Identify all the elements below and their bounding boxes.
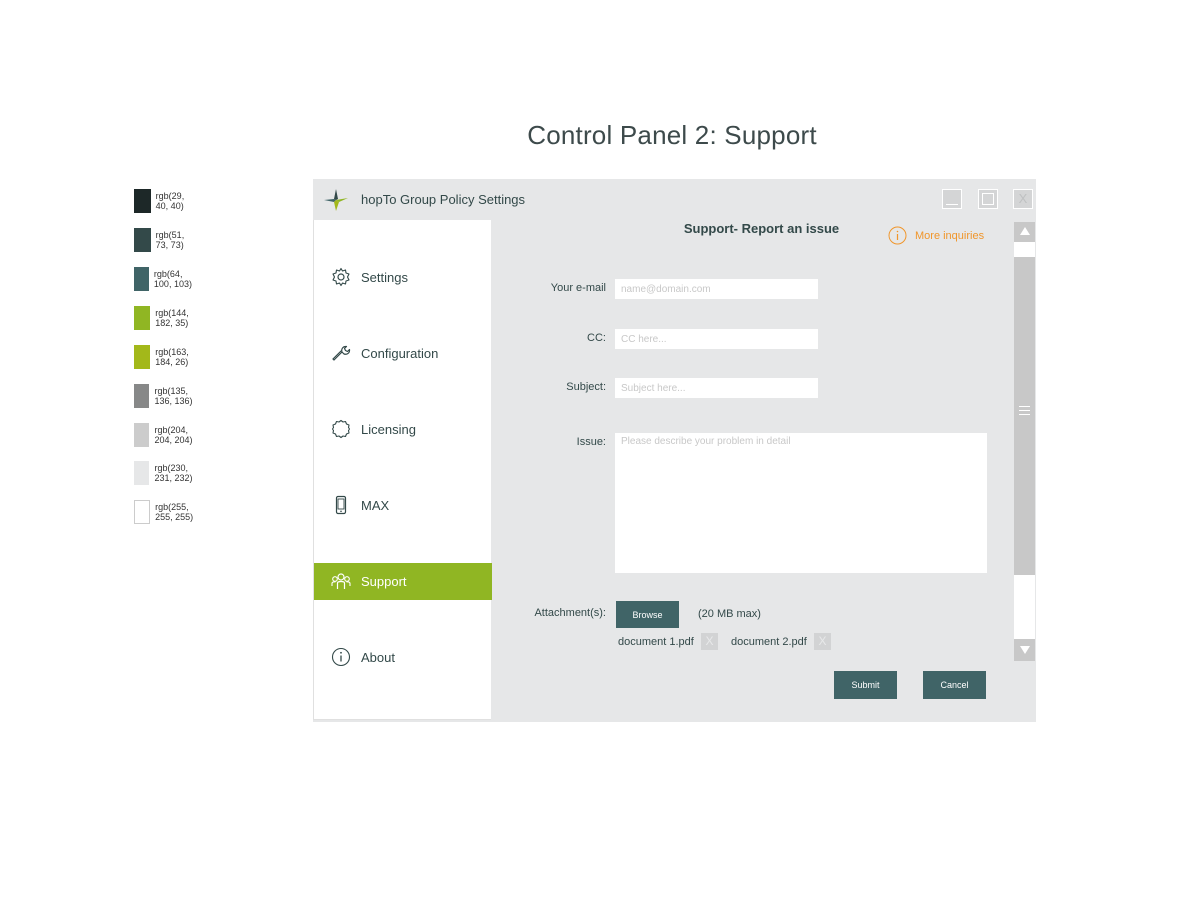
swatch-color [134, 189, 151, 213]
swatch: rgb(51, 73, 73) [134, 227, 194, 253]
sidebar-item-licensing[interactable]: Licensing [314, 411, 492, 448]
app-window: hopTo Group Policy Settings X Settings C… [313, 179, 1036, 722]
cc-label: CC: [587, 332, 606, 344]
grip-icon [1019, 406, 1030, 415]
swatch-color [134, 461, 150, 485]
swatch: rgb(64, 100, 103) [134, 266, 194, 292]
sidebar: Settings Configuration Licensing MAX Sup… [313, 220, 492, 720]
page-title: Control Panel 2: Support [527, 120, 817, 150]
arrow-up-icon [1020, 227, 1030, 235]
scroll-up-button[interactable] [1014, 222, 1035, 242]
swatch-label: rgb(51, 73, 73) [155, 230, 185, 250]
subject-field[interactable] [615, 378, 818, 398]
more-inquiries-label: More inquiries [915, 229, 985, 242]
sidebar-item-label: Configuration [361, 346, 439, 361]
swatch-color [134, 423, 150, 447]
cancel-button[interactable]: Cancel [923, 671, 986, 699]
sidebar-item-label: MAX [361, 498, 390, 513]
swatch-label: rgb(230, 231, 232) [154, 463, 193, 483]
arrow-down-icon [1020, 646, 1030, 654]
hopto-logo-icon [324, 189, 348, 211]
sidebar-item-configuration[interactable]: Configuration [314, 335, 492, 372]
issue-textarea[interactable] [615, 433, 987, 573]
swatch: rgb(230, 231, 232) [134, 460, 199, 486]
section-title: Support- Report an issue [683, 221, 840, 236]
swatch-color [134, 228, 151, 252]
sidebar-item-support[interactable]: Support [314, 563, 492, 600]
sidebar-item-label: Support [361, 574, 407, 589]
swatch-label: rgb(144, 182, 35) [155, 308, 189, 328]
title-bar: hopTo Group Policy Settings X [313, 179, 1036, 220]
swatch: rgb(144, 182, 35) [134, 305, 199, 331]
swatch-label: rgb(29, 40, 40) [155, 191, 185, 211]
sidebar-item-max[interactable]: MAX [314, 487, 492, 524]
swatch: rgb(204, 204, 204) [134, 422, 199, 448]
phone-icon [335, 495, 347, 515]
info-icon [331, 647, 351, 667]
swatch-label: rgb(204, 204, 204) [154, 425, 193, 445]
support-panel: Support- Report an issue More inquiries … [491, 220, 1036, 722]
attachment-name: document 2.pdf [731, 636, 807, 648]
remove-attachment-button[interactable]: X [701, 633, 718, 650]
window-title: hopTo Group Policy Settings [361, 192, 526, 207]
sidebar-item-label: Licensing [361, 422, 416, 437]
people-icon [331, 573, 351, 589]
swatch-color [134, 267, 149, 291]
maximize-button[interactable] [978, 189, 998, 209]
sidebar-item-label: Settings [361, 270, 408, 285]
submit-button[interactable]: Submit [834, 671, 897, 699]
sidebar-item-label: About [361, 650, 395, 665]
sidebar-item-about[interactable]: About [314, 639, 492, 676]
browse-button[interactable]: Browse [616, 601, 679, 628]
swatch-color [134, 345, 151, 369]
swatch-color [134, 500, 151, 524]
sidebar-item-settings[interactable]: Settings [314, 259, 492, 296]
attachments-label: Attachment(s): [534, 607, 606, 619]
swatch: rgb(255, 255, 255) [134, 499, 199, 525]
swatch-label: rgb(163, 184, 26) [155, 347, 189, 367]
swatch-label: rgb(64, 100, 103) [153, 269, 192, 289]
size-limit-note: (20 MB max) [698, 608, 761, 620]
swatch-label: rgb(135, 136, 136) [154, 386, 193, 406]
scrollbar-thumb[interactable] [1014, 257, 1035, 575]
badge-icon [331, 419, 351, 439]
close-button[interactable]: X [1013, 189, 1033, 209]
swatch-color [134, 306, 151, 330]
gear-icon [332, 267, 350, 287]
minimize-button[interactable] [942, 189, 962, 209]
scroll-down-button[interactable] [1014, 639, 1035, 661]
swatch: rgb(135, 136, 136) [134, 383, 199, 409]
remove-attachment-button[interactable]: X [814, 633, 831, 650]
swatch-label: rgb(255, 255, 255) [155, 502, 194, 522]
more-inquiries-link[interactable]: More inquiries [888, 226, 984, 245]
issue-label: Issue: [576, 436, 606, 448]
email-label: Your e-mail [550, 282, 606, 294]
info-circle-icon [888, 226, 907, 245]
swatch: rgb(163, 184, 26) [134, 344, 199, 370]
cc-field[interactable] [615, 329, 818, 349]
wrench-icon [332, 345, 351, 361]
subject-label: Subject: [566, 381, 606, 393]
swatch: rgb(29, 40, 40) [134, 188, 194, 214]
email-field[interactable] [615, 279, 818, 299]
attachment-name: document 1.pdf [618, 636, 694, 648]
swatch-color [134, 384, 150, 408]
